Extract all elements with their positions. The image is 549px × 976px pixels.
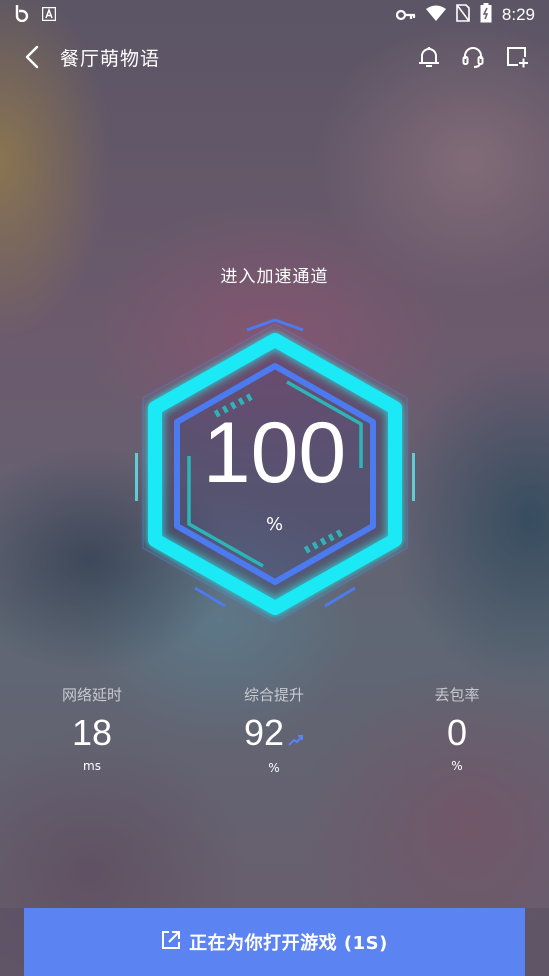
headset-icon: [462, 47, 484, 68]
stat-label: 网络延时: [61, 686, 122, 704]
add-shortcut-icon: [507, 47, 528, 68]
a-app-icon: [41, 6, 57, 25]
gauge-value: 100: [202, 405, 347, 501]
top-edge-accent: [246, 318, 304, 332]
stat-packet-loss: 丢包率 0 %: [377, 684, 537, 773]
status-bar: 8:29: [0, 0, 549, 30]
no-sim-icon: [456, 4, 470, 26]
stat-value: 0: [446, 712, 468, 753]
gauge-unit: %: [265, 514, 284, 535]
page-title: 餐厅萌物语: [60, 47, 161, 70]
back-button[interactable]: [18, 43, 46, 71]
open-game-button[interactable]: 正在为你打开游戏 (1S): [24, 908, 525, 976]
up-arrow-icon: [288, 715, 304, 755]
open-game-label: 正在为你打开游戏 (1S): [189, 933, 388, 954]
wifi-icon: [425, 5, 446, 25]
status-time: 8:29: [501, 5, 535, 24]
stat-latency: 网络延时 18 ms: [12, 684, 172, 773]
stat-improvement: 综合提升 92 %: [194, 684, 354, 775]
notification-button[interactable]: [415, 43, 443, 71]
stat-value: 92: [243, 712, 285, 753]
stat-label: 丢包率: [434, 686, 480, 704]
stat-label: 综合提升: [243, 686, 304, 704]
stats-row: 网络延时 18 ms 综合提升 92 % 丢包率 0 %: [0, 684, 549, 775]
stat-unit: %: [268, 761, 280, 776]
key-icon: [395, 6, 416, 25]
stat-value: 18: [71, 712, 113, 753]
accelerate-status: 进入加速通道: [220, 267, 329, 287]
chevron-left-icon: [25, 45, 39, 69]
battery-icon: [480, 3, 492, 27]
support-button[interactable]: [459, 43, 487, 71]
b-app-icon: [14, 4, 30, 26]
external-link-icon: [161, 930, 181, 955]
add-shortcut-button[interactable]: [503, 43, 531, 71]
bell-icon: [419, 47, 439, 67]
app-header: 餐厅萌物语: [0, 36, 549, 78]
stat-unit: %: [451, 759, 463, 773]
stat-unit: ms: [83, 759, 101, 773]
